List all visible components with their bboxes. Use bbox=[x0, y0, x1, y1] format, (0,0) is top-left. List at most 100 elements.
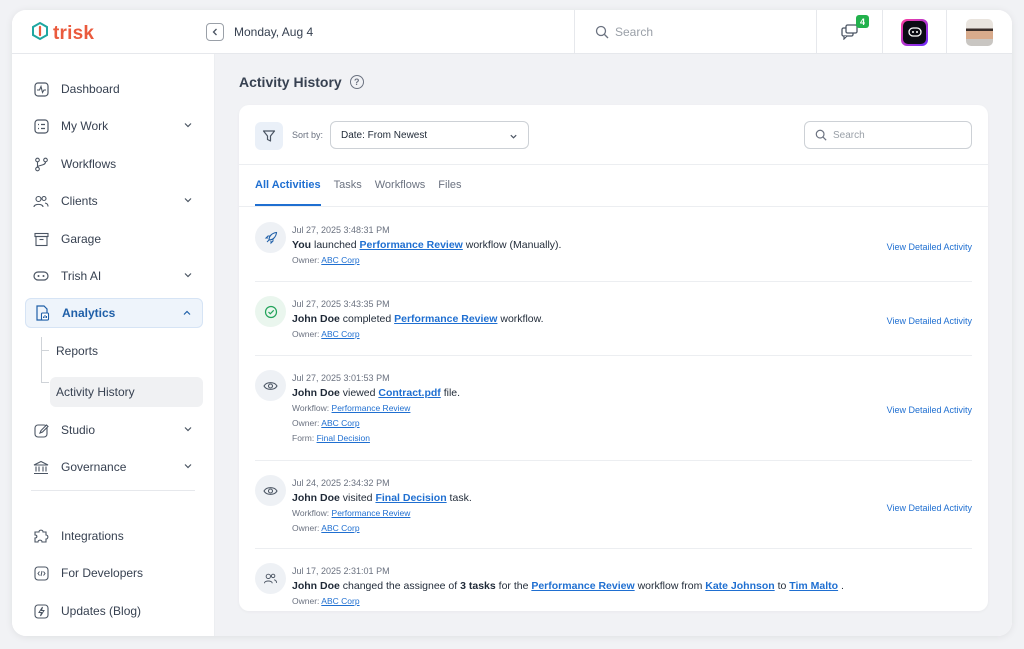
sidebar-item-trish-ai[interactable]: Trish AI bbox=[25, 261, 203, 291]
collapse-sidebar-button[interactable] bbox=[206, 23, 224, 41]
sidebar-item-label: Workflows bbox=[61, 157, 117, 171]
activity-workflow: Workflow: Performance Review bbox=[292, 506, 472, 521]
messages-button[interactable]: 4 bbox=[816, 10, 882, 54]
file-link[interactable]: Contract.pdf bbox=[378, 387, 440, 399]
sidebar-item-updates-blog[interactable]: Updates (Blog) bbox=[25, 596, 203, 626]
sidebar-item-garage[interactable]: Garage bbox=[25, 224, 203, 254]
owner-label: Owner: bbox=[292, 523, 322, 533]
sort-select-value: Date: From Newest bbox=[341, 129, 428, 141]
sidebar-item-label: My Work bbox=[61, 119, 109, 133]
activity-owner: Owner: ABC Corp bbox=[292, 327, 544, 342]
workflow-link[interactable]: Performance Review bbox=[394, 313, 497, 325]
logo-text: trisk bbox=[53, 22, 95, 44]
integrations-icon bbox=[33, 528, 49, 544]
filter-button[interactable] bbox=[255, 122, 283, 150]
sidebar-item-clients[interactable]: Clients bbox=[25, 186, 203, 216]
sidebar-item-analytics[interactable]: Analytics bbox=[25, 298, 203, 328]
activity-workflow: Workflow: Performance Review bbox=[292, 401, 460, 416]
sidebar-subitem-reports[interactable]: Reports bbox=[50, 336, 203, 366]
workflows-icon bbox=[33, 156, 49, 172]
sidebar-item-integrations[interactable]: Integrations bbox=[25, 521, 203, 551]
owner-label: Owner: bbox=[292, 255, 322, 265]
sidebar-item-for-developers[interactable]: For Developers bbox=[25, 558, 203, 588]
owner-link[interactable]: ABC Corp bbox=[321, 596, 359, 606]
workflow-link[interactable]: Performance Review bbox=[332, 508, 411, 518]
owner-link[interactable]: ABC Corp bbox=[321, 523, 359, 533]
sidebar-item-label: Governance bbox=[61, 460, 127, 474]
eye-icon bbox=[255, 475, 286, 506]
tab-workflows[interactable]: Workflows bbox=[375, 179, 426, 206]
activity-body: Jul 27, 2025 3:43:35 PM John Doe complet… bbox=[292, 298, 544, 342]
activity-form: Form: Final Decision bbox=[292, 431, 460, 446]
view-detailed-activity-link[interactable]: View Detailed Activity bbox=[887, 503, 972, 513]
studio-icon bbox=[33, 422, 49, 438]
check-circle-icon bbox=[255, 296, 286, 327]
tab-all-activities[interactable]: All Activities bbox=[255, 179, 321, 206]
view-detailed-activity-link[interactable]: View Detailed Activity bbox=[887, 405, 972, 415]
notification-badge: 4 bbox=[856, 15, 869, 28]
activity-description: John Doe visited Final Decision task. bbox=[292, 490, 472, 506]
global-search-placeholder: Search bbox=[615, 25, 654, 39]
sidebar-item-governance[interactable]: Governance bbox=[25, 452, 203, 482]
tab-files[interactable]: Files bbox=[438, 179, 461, 206]
sidebar-item-label: Trish AI bbox=[61, 269, 102, 283]
trisk-logo-icon bbox=[30, 21, 50, 46]
activity-text: changed the assignee of bbox=[339, 580, 461, 592]
activity-actor: John Doe bbox=[292, 492, 340, 504]
activity-description: John Doe completed Performance Review wo… bbox=[292, 311, 544, 327]
activity-text: launched bbox=[311, 239, 360, 251]
dashboard-icon bbox=[33, 81, 49, 97]
activity-search[interactable] bbox=[804, 121, 972, 149]
sidebar-subitem-activity-history[interactable]: Activity History bbox=[50, 377, 203, 407]
chevron-left-icon bbox=[212, 28, 217, 36]
view-detailed-activity-link[interactable]: View Detailed Activity bbox=[887, 242, 972, 252]
workflow-label: Workflow: bbox=[292, 508, 332, 518]
owner-link[interactable]: ABC Corp bbox=[321, 329, 359, 339]
activity-search-input[interactable] bbox=[833, 129, 963, 141]
owner-label: Owner: bbox=[292, 329, 322, 339]
clients-icon bbox=[33, 193, 49, 209]
chevron-down-icon bbox=[184, 123, 192, 128]
form-link[interactable]: Final Decision bbox=[317, 433, 370, 443]
activity-owner: Owner: ABC Corp bbox=[292, 521, 472, 536]
sidebar-item-label: Integrations bbox=[61, 529, 124, 543]
current-date: Monday, Aug 4 bbox=[234, 25, 314, 39]
tab-tasks[interactable]: Tasks bbox=[334, 179, 362, 206]
task-link[interactable]: Final Decision bbox=[375, 492, 446, 504]
owner-link[interactable]: ABC Corp bbox=[321, 418, 359, 428]
activity-timestamp: Jul 27, 2025 3:43:35 PM bbox=[292, 299, 390, 309]
workflow-link[interactable]: Performance Review bbox=[332, 403, 411, 413]
form-label: Form: bbox=[292, 433, 317, 443]
my-work-icon bbox=[33, 118, 49, 134]
global-search[interactable]: Search bbox=[574, 10, 816, 54]
chevron-down-icon bbox=[510, 134, 517, 139]
view-detailed-activity-link[interactable]: View Detailed Activity bbox=[887, 316, 972, 326]
workflow-link[interactable]: Performance Review bbox=[531, 580, 634, 592]
sidebar-subitem-label: Reports bbox=[56, 344, 99, 358]
activity-timestamp: Jul 17, 2025 2:31:01 PM bbox=[292, 566, 390, 576]
sidebar-item-studio[interactable]: Studio bbox=[25, 415, 203, 445]
sidebar-item-my-work[interactable]: My Work bbox=[25, 111, 203, 141]
sidebar-item-dashboard[interactable]: Dashboard bbox=[25, 74, 203, 104]
trish-ai-app-button[interactable] bbox=[882, 10, 946, 54]
help-icon[interactable]: ? bbox=[349, 75, 364, 89]
user-link[interactable]: Kate Johnson bbox=[705, 580, 774, 592]
user-link[interactable]: Tim Malto bbox=[789, 580, 838, 592]
sidebar-item-workflows[interactable]: Workflows bbox=[25, 149, 203, 179]
activity-body: Jul 17, 2025 2:31:01 PM John Doe changed… bbox=[292, 565, 844, 609]
sort-select[interactable]: Date: From Newest bbox=[330, 121, 529, 149]
activity-text: workflow (Manually). bbox=[462, 239, 562, 251]
logo[interactable]: trisk bbox=[30, 21, 94, 46]
owner-label: Owner: bbox=[292, 418, 322, 428]
workflow-link[interactable]: Performance Review bbox=[360, 239, 463, 251]
owner-label: Owner: bbox=[292, 596, 322, 606]
owner-link[interactable]: ABC Corp bbox=[321, 255, 359, 265]
sidebar-item-label: Updates (Blog) bbox=[61, 604, 142, 618]
activity-timestamp: Jul 24, 2025 2:34:32 PM bbox=[292, 478, 390, 488]
activity-description: John Doe viewed Contract.pdf file. bbox=[292, 385, 460, 401]
activity-timestamp: Jul 27, 2025 3:01:53 PM bbox=[292, 373, 390, 383]
user-menu-button[interactable] bbox=[946, 10, 1012, 54]
search-icon bbox=[595, 25, 609, 39]
sort-label: Sort by: bbox=[292, 130, 324, 140]
activity-text: completed bbox=[339, 313, 395, 325]
